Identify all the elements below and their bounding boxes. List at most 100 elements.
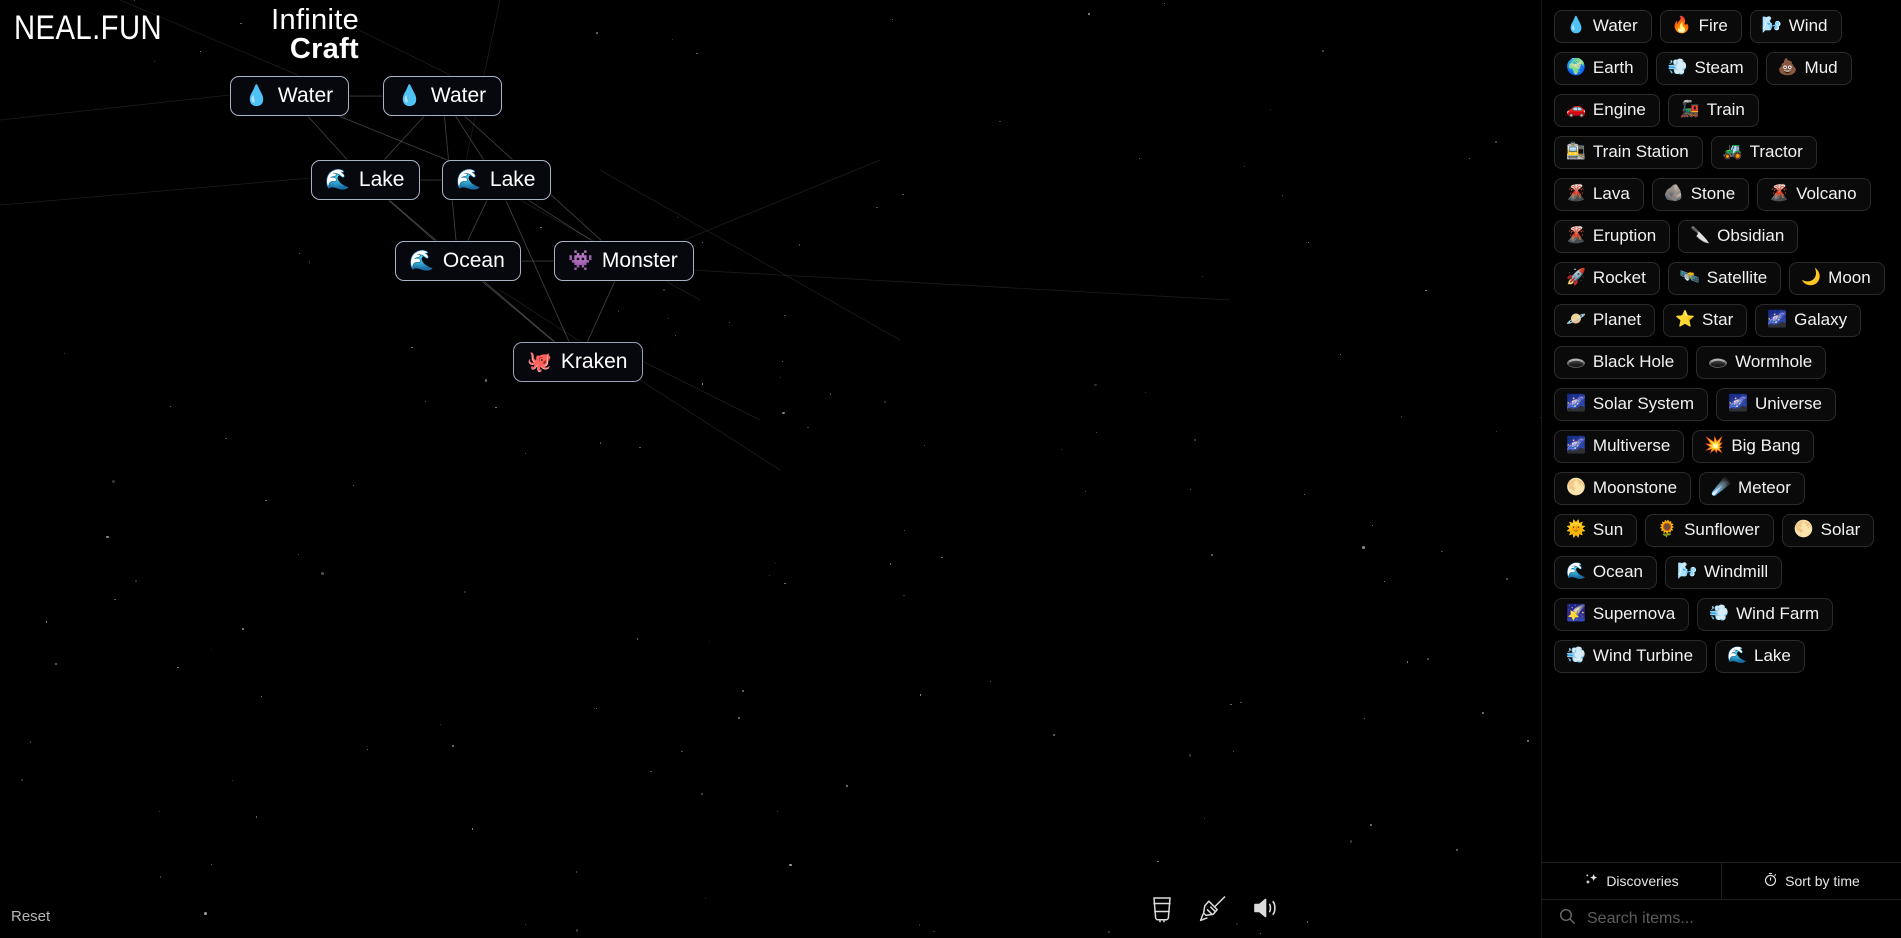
item-label: Solar (1820, 520, 1861, 539)
sidebar-item-solar[interactable]: 🌕 Solar (1781, 514, 1875, 547)
sidebar-item-sun[interactable]: 🌞 Sun (1554, 514, 1638, 547)
crafting-canvas[interactable]: 💧 Water 💧 Water 🌊 Lake 🌊 Lake 🌊 Ocean 👾 Monster 🐙 Kra… (0, 0, 1541, 938)
discoveries-tab[interactable]: Discoveries (1542, 863, 1721, 899)
item-emoji: 🌕 (1566, 479, 1586, 496)
sidebar-item-sunflower[interactable]: 🌻 Sunflower (1645, 514, 1774, 547)
canvas-tools (1149, 893, 1279, 928)
item-label: Wind Farm (1736, 604, 1820, 623)
item-label: Train Station (1592, 142, 1689, 161)
node-emoji: 🐙 (527, 350, 552, 373)
sidebar-item-star[interactable]: ⭐ Star (1663, 304, 1748, 337)
sidebar-item-moon[interactable]: 🌙 Moon (1789, 262, 1885, 295)
sidebar-item-windmill[interactable]: 🌬️ Windmill (1665, 556, 1783, 589)
sidebar-item-lava[interactable]: 🌋 Lava (1554, 178, 1644, 211)
canvas-node-ocean[interactable]: 🌊 Ocean (395, 241, 521, 282)
canvas-node-kraken[interactable]: 🐙 Kraken (513, 342, 644, 383)
sort-by-time-button[interactable]: Sort by time (1721, 863, 1901, 899)
sidebar-item-satellite[interactable]: 🛰️ Satellite (1667, 262, 1782, 295)
item-emoji: ⭐ (1675, 311, 1696, 328)
sort-label: Sort by time (1785, 873, 1860, 889)
discoveries-label: Discoveries (1606, 873, 1679, 889)
item-label: Multiverse (1592, 436, 1671, 455)
sidebar-item-multiverse[interactable]: 🌌 Multiverse (1554, 430, 1685, 463)
sidebar-item-wind-turbine[interactable]: 💨 Wind Turbine (1554, 640, 1708, 673)
sidebar-item-universe[interactable]: 🌌 Universe (1716, 388, 1837, 421)
item-emoji: 🌌 (1728, 395, 1748, 412)
node-emoji: 🌊 (325, 168, 350, 191)
item-emoji: 🌙 (1801, 269, 1822, 286)
node-label: Water (430, 84, 487, 107)
title-line-2: Craft (289, 33, 359, 65)
neal-fun-logo[interactable]: NEAL.FUN (14, 9, 162, 48)
search-input[interactable] (1587, 910, 1885, 928)
stopwatch-icon (1763, 872, 1778, 890)
sidebar-item-moonstone[interactable]: 🌕 Moonstone (1554, 472, 1692, 505)
item-label: Earth (1592, 58, 1634, 77)
item-label: Train (1706, 100, 1745, 119)
sidebar-item-ocean[interactable]: 🌊 Ocean (1554, 556, 1658, 589)
broom-icon[interactable] (1198, 893, 1228, 928)
sidebar-item-lake[interactable]: 🌊 Lake (1715, 640, 1805, 673)
sidebar-item-steam[interactable]: 💨 Steam (1655, 52, 1758, 85)
sidebar-item-big-bang[interactable]: 💥 Big Bang (1692, 430, 1815, 463)
item-emoji: 🪐 (1566, 311, 1586, 328)
sidebar-item-tractor[interactable]: 🚜 Tractor (1710, 136, 1817, 169)
canvas-node-lake2[interactable]: 🌊 Lake (442, 160, 552, 201)
sidebar-item-planet[interactable]: 🪐 Planet (1554, 304, 1656, 337)
sidebar-item-galaxy[interactable]: 🌌 Galaxy (1755, 304, 1862, 337)
reset-button[interactable]: Reset (11, 908, 50, 925)
item-emoji: 🌊 (1566, 563, 1586, 580)
item-label: Volcano (1796, 184, 1857, 203)
item-emoji: 💨 (1709, 605, 1730, 622)
sidebar-item-supernova[interactable]: 🌠 Supernova (1554, 598, 1690, 631)
canvas-node-water2[interactable]: 💧 Water (383, 76, 503, 117)
item-emoji: 🌞 (1566, 521, 1586, 538)
item-label: Moonstone (1592, 478, 1678, 497)
node-label: Ocean (442, 249, 505, 272)
ambient-line (659, 159, 881, 251)
item-emoji: ☄️ (1711, 479, 1731, 496)
sidebar-item-stone[interactable]: 🪨 Stone (1651, 178, 1750, 211)
item-emoji: 🌕 (1793, 521, 1814, 538)
sidebar-item-wind-farm[interactable]: 💨 Wind Farm (1697, 598, 1834, 631)
sidebar-item-wormhole[interactable]: 🕳️ Wormhole (1696, 346, 1827, 379)
sidebar-item-fire[interactable]: 🔥 Fire (1659, 10, 1742, 43)
coffee-icon[interactable] (1149, 893, 1175, 928)
item-label: Solar System (1592, 394, 1695, 413)
canvas-node-water1[interactable]: 💧 Water (230, 76, 350, 117)
item-emoji: 🌬️ (1677, 563, 1697, 580)
sidebar-item-train-station[interactable]: 🚉 Train Station (1554, 136, 1703, 169)
sidebar-item-volcano[interactable]: 🌋 Volcano (1757, 178, 1871, 211)
items-list: 💧 Water 🔥 Fire 🌬️ Wind 🌍 Earth 💨 Steam 💩 Mud 🚗 Engine… (1542, 0, 1901, 862)
item-label: Engine (1592, 100, 1646, 119)
sidebar-item-black-hole[interactable]: 🕳️ Black Hole (1554, 346, 1689, 379)
sidebar-item-mud[interactable]: 💩 Mud (1765, 52, 1852, 85)
sidebar-item-eruption[interactable]: 🌋 Eruption (1554, 220, 1671, 253)
item-label: Supernova (1592, 604, 1676, 623)
sidebar-item-engine[interactable]: 🚗 Engine (1554, 94, 1660, 127)
sidebar-item-earth[interactable]: 🌍 Earth (1554, 52, 1648, 85)
item-emoji: 🛰️ (1679, 269, 1700, 286)
item-emoji: 🌋 (1769, 185, 1790, 202)
node-emoji: 👾 (568, 249, 593, 272)
sidebar-item-obsidian[interactable]: 🔪 Obsidian (1678, 220, 1799, 253)
item-emoji: 🌌 (1566, 437, 1586, 454)
sidebar-item-rocket[interactable]: 🚀 Rocket (1554, 262, 1660, 295)
canvas-node-lake1[interactable]: 🌊 Lake (311, 160, 421, 201)
title-line-1: Infinite (271, 4, 359, 36)
sidebar-item-train[interactable]: 🚂 Train (1667, 94, 1759, 127)
item-label: Obsidian (1717, 226, 1785, 245)
item-emoji: 💩 (1777, 59, 1798, 76)
canvas-node-monster[interactable]: 👾 Monster (554, 241, 694, 282)
item-label: Steam (1694, 58, 1744, 77)
search-row (1542, 900, 1901, 938)
sidebar-item-water[interactable]: 💧 Water (1554, 10, 1652, 43)
sidebar-item-wind[interactable]: 🌬️ Wind (1749, 10, 1842, 43)
item-label: Sun (1592, 520, 1624, 539)
sidebar-item-solar-system[interactable]: 🌌 Solar System (1554, 388, 1709, 421)
node-label: Lake (489, 168, 536, 191)
item-label: Windmill (1703, 562, 1769, 581)
sound-icon[interactable] (1251, 894, 1279, 927)
item-label: Meteor (1737, 478, 1791, 497)
sidebar-item-meteor[interactable]: ☄️ Meteor (1699, 472, 1805, 505)
